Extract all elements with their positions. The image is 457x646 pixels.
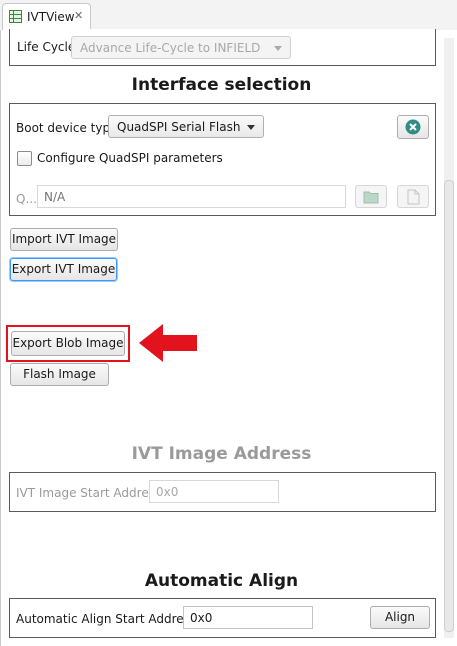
ivt-image-start-address-input[interactable]: [150, 481, 278, 502]
tab-ivtview[interactable]: IVTView ✕: [2, 3, 91, 30]
automatic-align-start-address-label: Automatic Align Start Address:: [16, 612, 201, 626]
open-file-button[interactable]: [397, 185, 429, 208]
arrow-left-icon: [139, 324, 197, 362]
automatic-align-start-address-field[interactable]: [183, 606, 313, 629]
flash-image-button[interactable]: Flash Image: [10, 363, 109, 386]
import-ivt-image-button[interactable]: Import IVT Image: [10, 228, 118, 251]
export-blob-image-button[interactable]: Export Blob Image: [11, 331, 125, 356]
boot-device-select[interactable]: QuadSPI Serial Flash: [108, 115, 264, 138]
folder-icon: [363, 191, 379, 204]
configure-quadspi-label: Configure QuadSPI parameters: [37, 151, 223, 165]
ivt-image-address-title: IVT Image Address: [131, 444, 312, 464]
file-icon: [407, 189, 419, 205]
quadspi-path-input[interactable]: [38, 186, 345, 207]
clear-icon: [405, 119, 421, 135]
browse-folder-button[interactable]: [355, 185, 387, 208]
configure-quadspi-checkbox[interactable]: [17, 151, 32, 166]
life-cycle-label: Life Cycle: [17, 40, 76, 54]
quadspi-path-field[interactable]: [37, 185, 346, 208]
life-cycle-group: Life Cycle Advance Life-Cycle to INFIELD: [9, 29, 436, 66]
boot-device-label: Boot device type: [16, 121, 118, 135]
automatic-align-title: Automatic Align: [144, 571, 299, 591]
quadspi-path-label: Q...: [16, 192, 37, 206]
chevron-down-icon: [274, 46, 282, 51]
tab-label: IVTView: [27, 10, 75, 24]
interface-selection-title: Interface selection: [131, 75, 312, 95]
close-icon[interactable]: ✕: [74, 9, 83, 22]
life-cycle-select[interactable]: Advance Life-Cycle to INFIELD: [71, 36, 291, 59]
ivt-image-start-address-label: IVT Image Start Address: [16, 486, 162, 500]
ivt-image-start-address-field[interactable]: [149, 480, 279, 503]
table-view-icon: [9, 10, 22, 26]
align-button[interactable]: Align: [370, 606, 430, 629]
editor-tab-strip: IVTView ✕: [0, 0, 457, 31]
automatic-align-group: Automatic Align Start Address: Align: [9, 598, 436, 638]
interface-selection-group: Boot device type QuadSPI Serial Flash Co…: [9, 103, 436, 216]
vertical-scrollbar-thumb[interactable]: [444, 180, 454, 632]
export-ivt-image-button[interactable]: Export IVT Image: [10, 258, 117, 281]
chevron-down-icon: [247, 125, 255, 130]
clear-boot-device-button[interactable]: [397, 115, 429, 139]
automatic-align-start-address-input[interactable]: [184, 607, 312, 628]
ivt-image-address-group: IVT Image Start Address: [9, 472, 436, 512]
